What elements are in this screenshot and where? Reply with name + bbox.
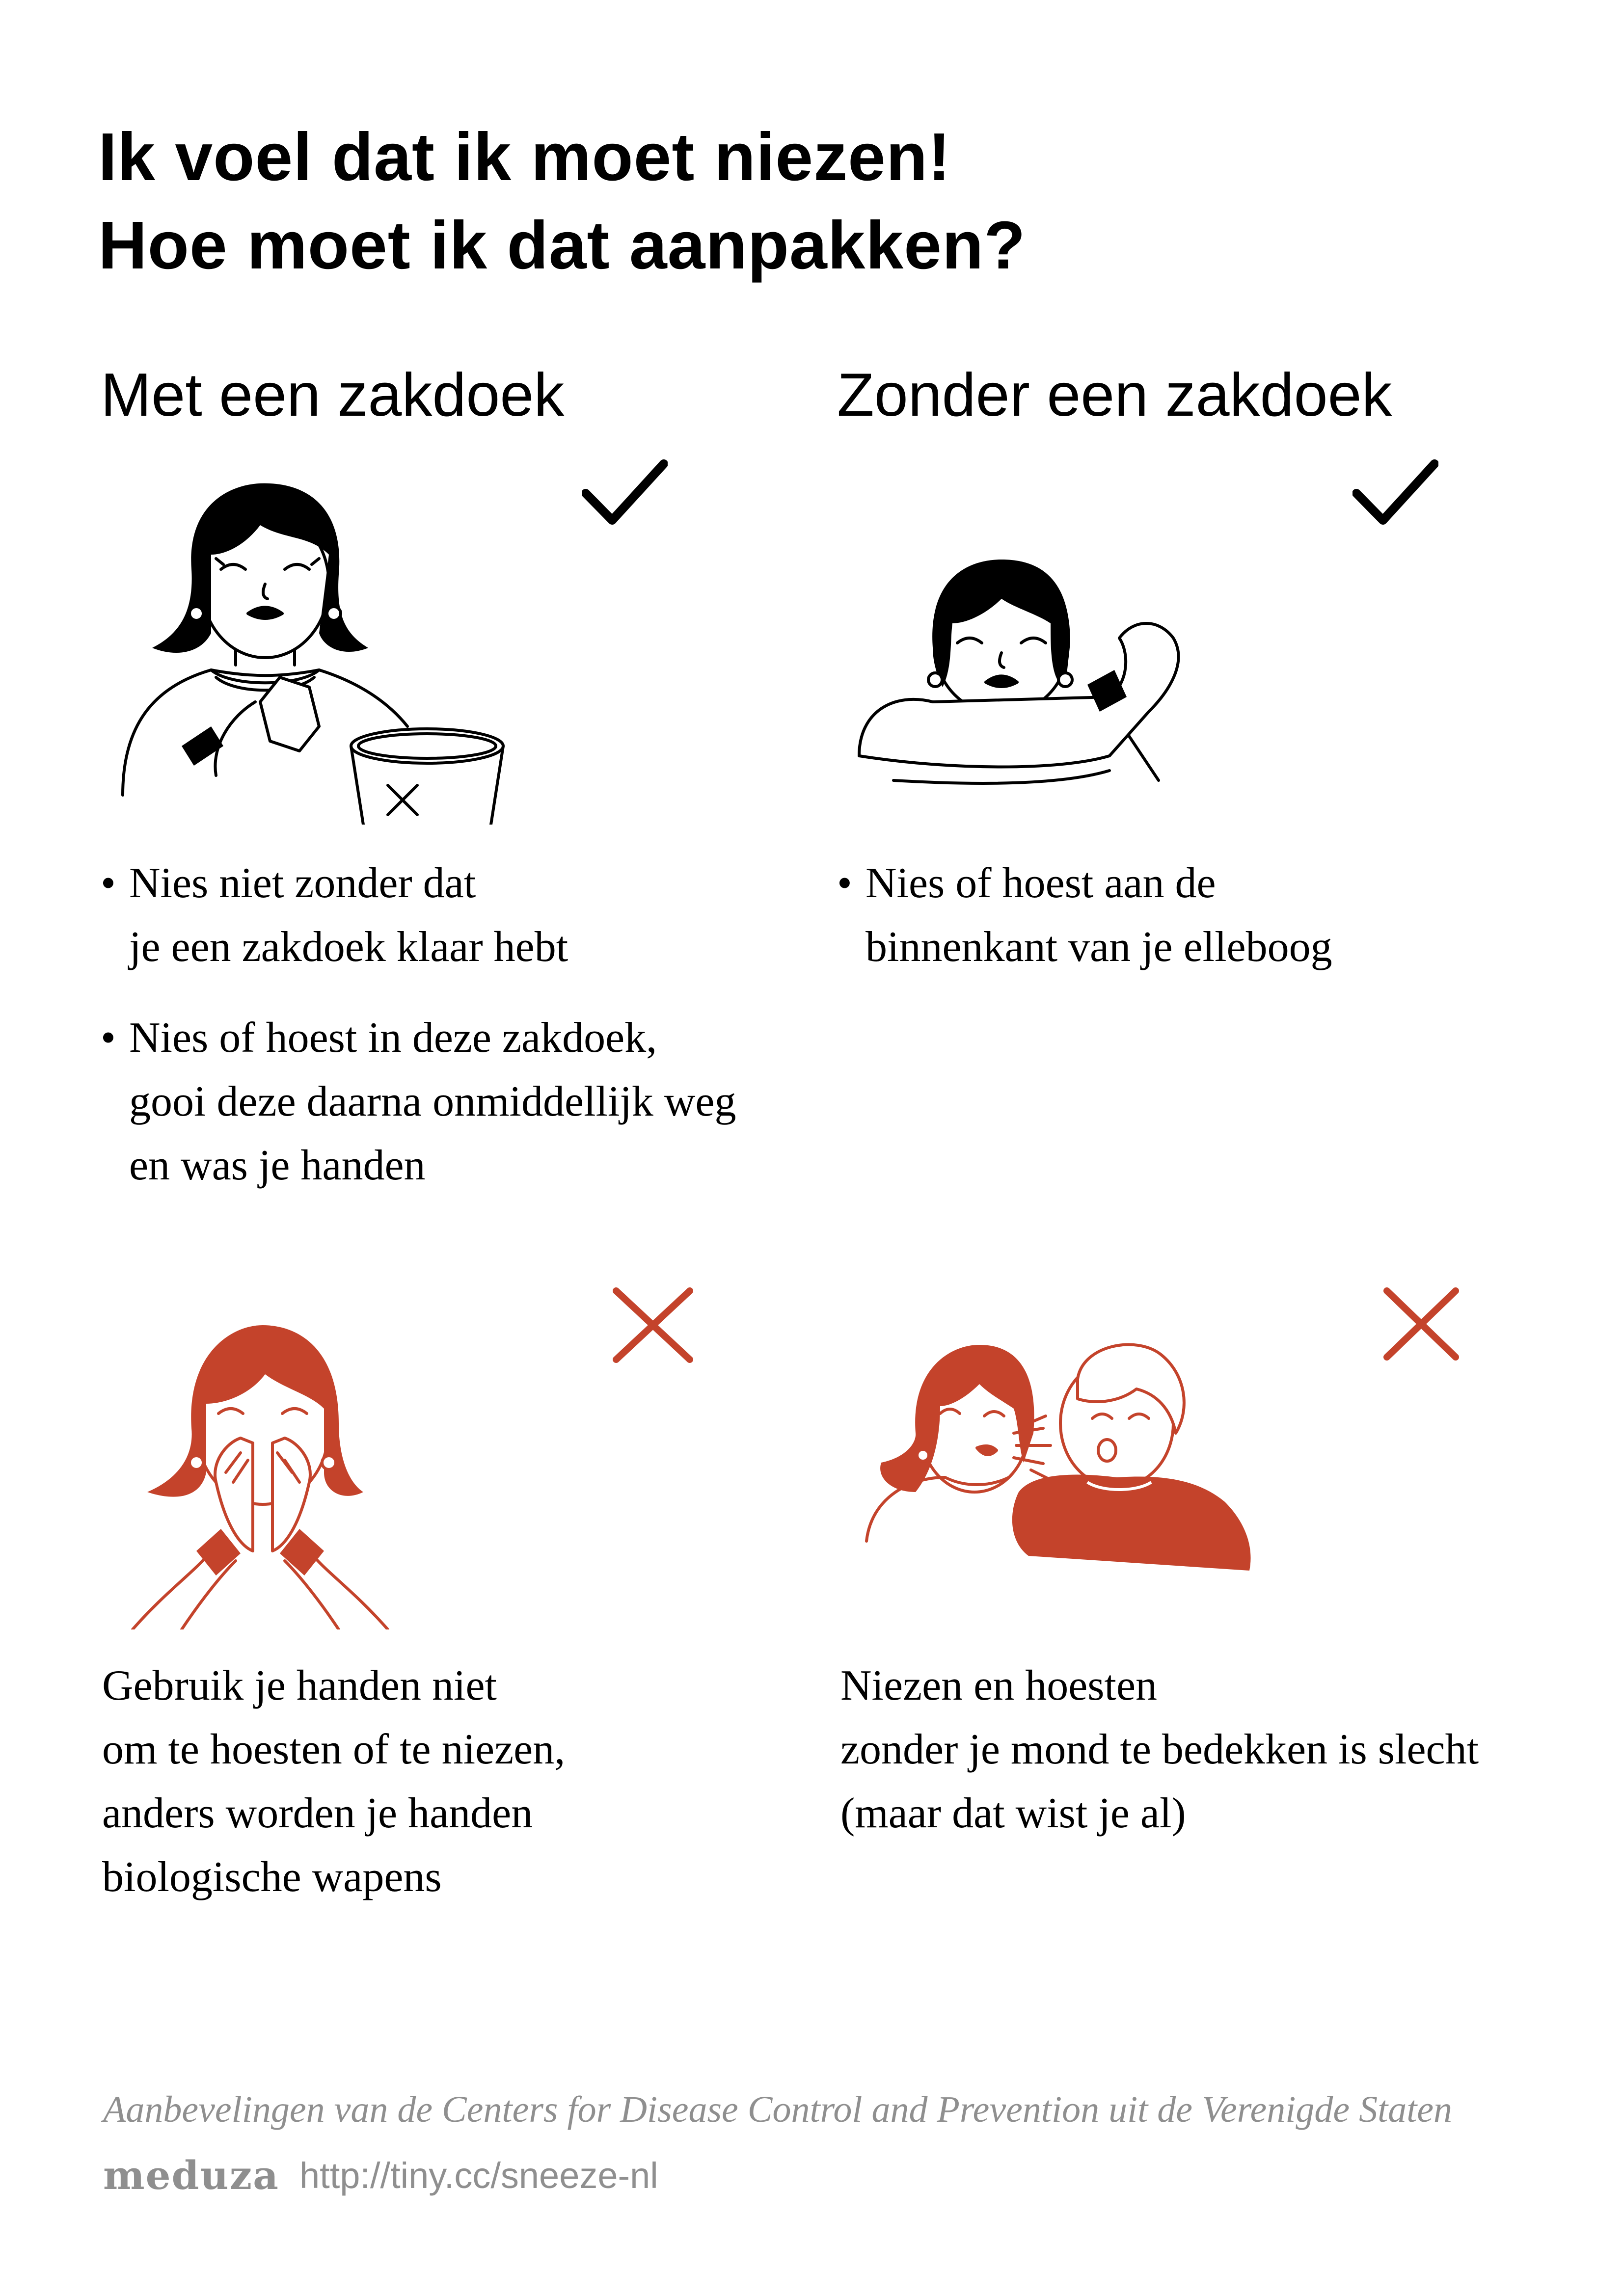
hands-warning-text: Gebruik je handen niet om te hoesten of …	[102, 1654, 565, 1909]
cross-icon	[1380, 1286, 1463, 1362]
uncovered-warning-text: Niezen en hoesten zonder je mond te bede…	[840, 1654, 1479, 1845]
bullet-line: je een zakdoek klaar hebt	[129, 923, 568, 971]
paragraph-line: anders worden je handen	[102, 1789, 533, 1837]
bullet-line: Nies of hoest aan de	[866, 859, 1216, 907]
page-title: Ik voel dat ik moet niezen! Hoe moet ik …	[98, 113, 1522, 290]
paragraph-line: biologische wapens	[102, 1853, 442, 1901]
heading-without-tissue: Zonder een zakdoek	[837, 361, 1392, 429]
title-line-2: Hoe moet ik dat aanpakken?	[98, 208, 1026, 283]
check-icon	[582, 459, 668, 530]
bullet-line: en was je handen	[129, 1142, 426, 1189]
bullet-line: Nies niet zonder dat	[129, 859, 476, 907]
bullet-line: Nies of hoest in deze zakdoek,	[129, 1014, 657, 1062]
paragraph-line: zonder je mond te bedekken is slecht	[840, 1726, 1479, 1773]
bullet-dot: •	[101, 1014, 116, 1062]
bullet-dot: •	[837, 859, 852, 907]
woman-sneezing-into-elbow-icon	[854, 525, 1208, 790]
meduza-logo: meduza	[103, 2152, 279, 2198]
title-line-1: Ik voel dat ik moet niezen!	[98, 119, 951, 195]
paragraph-line: (maar dat wist je al)	[840, 1789, 1186, 1837]
woman-sneezing-into-hands-icon	[128, 1315, 393, 1629]
paragraph-line: om te hoesten of te niezen,	[102, 1726, 566, 1773]
check-icon	[1352, 459, 1438, 530]
cross-icon	[609, 1286, 697, 1364]
bullet-line: binnenkant van je elleboog	[866, 923, 1332, 971]
source-link[interactable]: http://tiny.cc/sneeze-nl	[299, 2155, 658, 2196]
heading-with-tissue: Met een zakdoek	[101, 361, 565, 429]
source-credit: Aanbevelingen van de Centers for Disease…	[103, 2089, 1453, 2130]
paragraph-line: Gebruik je handen niet	[102, 1662, 497, 1709]
bullet-dot: •	[101, 859, 116, 907]
paragraph-line: Niezen en hoesten	[840, 1662, 1158, 1709]
woman-sneezing-into-tissue-with-bin-icon	[113, 471, 506, 825]
woman-sneezing-at-man-icon	[862, 1335, 1254, 1610]
bullet-line: gooi deze daarna onmiddellijk weg	[129, 1078, 736, 1125]
